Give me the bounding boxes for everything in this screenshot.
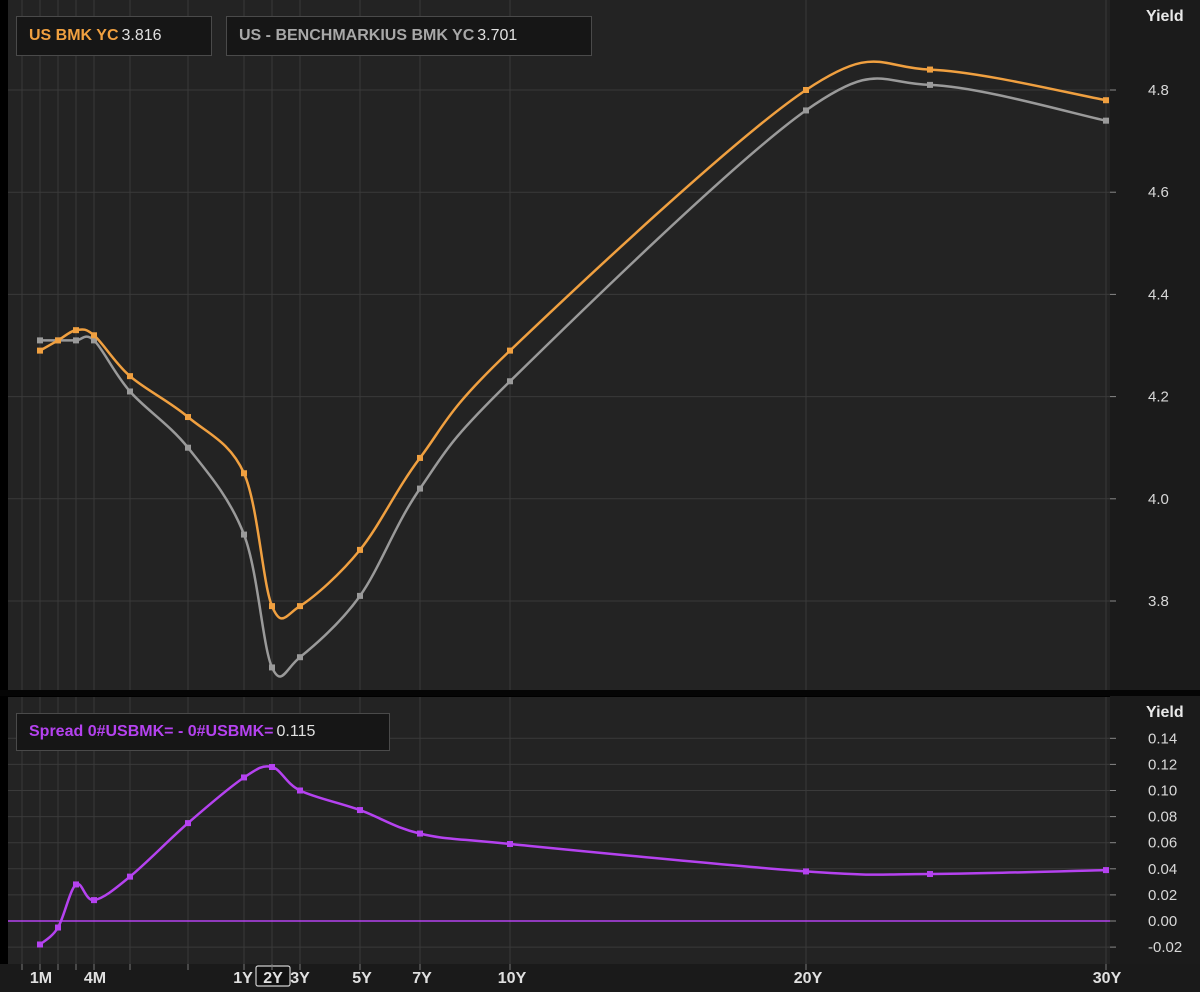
x-tick-label: 1M (30, 970, 52, 987)
y-tick-label: 4.8 (1148, 82, 1169, 99)
data-point (297, 654, 303, 661)
data-point (927, 81, 933, 88)
y-tick-label: 0.02 (1148, 887, 1177, 904)
legend-name: US - BENCHMARKIUS BMK YC (239, 27, 475, 44)
y-tick-label: 4.2 (1148, 389, 1169, 406)
data-point (185, 820, 191, 827)
y-tick-label: 0.04 (1148, 861, 1177, 878)
x-tick-label: 20Y (794, 970, 823, 987)
data-point (73, 881, 79, 888)
data-point (241, 531, 247, 538)
data-point (507, 347, 513, 354)
data-point (185, 414, 191, 421)
data-point (357, 807, 363, 814)
data-point (37, 941, 43, 948)
data-point (1103, 97, 1109, 104)
legend-spread[interactable]: Spread 0#USBMK= - 0#USBMK= 0.115 (16, 713, 390, 751)
x-tick-label: 2Y (263, 970, 283, 987)
x-tick-label: 7Y (412, 970, 432, 987)
data-point (269, 764, 275, 771)
data-point (417, 454, 423, 461)
upper-plot-area (8, 0, 1110, 690)
data-point (127, 388, 133, 395)
data-point (55, 924, 61, 931)
data-point (127, 873, 133, 880)
data-point (803, 868, 809, 875)
data-point (927, 66, 933, 73)
data-point (73, 337, 79, 344)
legend-value: 3.701 (477, 27, 518, 44)
data-point (269, 664, 275, 671)
x-tick-label: 10Y (498, 970, 527, 987)
data-point (127, 373, 133, 380)
legend-name: US BMK YC (29, 27, 119, 44)
y-tick-label: 3.8 (1148, 593, 1169, 610)
y-tick-label: 0.14 (1148, 730, 1177, 747)
data-point (91, 897, 97, 904)
data-point (417, 830, 423, 837)
x-tick-label: 5Y (352, 970, 372, 987)
y-axis-title: Yield (1146, 8, 1184, 25)
data-point (73, 327, 79, 334)
y-tick-label: -0.02 (1148, 939, 1182, 956)
y-tick-label: 4.4 (1148, 286, 1169, 303)
data-point (357, 546, 363, 553)
legend-value: 3.816 (121, 27, 162, 44)
data-point (803, 107, 809, 114)
data-point (185, 444, 191, 451)
data-point (1103, 867, 1109, 874)
data-point (357, 592, 363, 599)
chart-canvas: 3.8 4.0 4.2 4.4 4.6 4.8 Yield -0.02 0.00 0.02 0.04… (0, 0, 1200, 992)
data-point (507, 378, 513, 385)
x-tick-label: 30Y (1093, 970, 1122, 987)
data-point (927, 871, 933, 878)
y-tick-label: 0.12 (1148, 756, 1177, 773)
x-tick-label: 4M (84, 970, 106, 987)
y-tick-label: 4.6 (1148, 184, 1169, 201)
legend-us-bmk-yc[interactable]: US BMK YC 3.816 (16, 16, 212, 56)
y-tick-label: 0.10 (1148, 783, 1177, 800)
x-axis-background (0, 964, 1200, 992)
data-point (37, 347, 43, 354)
data-point (803, 87, 809, 93)
data-point (241, 470, 247, 477)
legend-name: Spread 0#USBMK= - 0#USBMK= (29, 723, 274, 740)
data-point (417, 485, 423, 492)
data-point (297, 787, 303, 794)
y-axis-title: Yield (1146, 704, 1184, 721)
data-point (297, 603, 303, 610)
y-tick-label: 4.0 (1148, 491, 1169, 508)
data-point (55, 337, 61, 344)
yield-curve-chart: 3.8 4.0 4.2 4.4 4.6 4.8 Yield -0.02 0.00 0.02 0.04… (0, 0, 1200, 992)
x-tick-label: 3Y (290, 970, 310, 987)
y-tick-label: 0.08 (1148, 809, 1177, 826)
y-tick-label: 0.06 (1148, 835, 1177, 852)
legend-benchmarkius-bmk-yc[interactable]: US - BENCHMARKIUS BMK YC 3.701 (226, 16, 592, 56)
data-point (1103, 117, 1109, 124)
x-tick-label: 1Y (233, 970, 253, 987)
data-point (269, 603, 275, 610)
legend-value: 0.115 (276, 723, 316, 740)
data-point (241, 774, 247, 781)
data-point (37, 337, 43, 344)
y-tick-label: 0.00 (1148, 913, 1177, 930)
data-point (507, 841, 513, 848)
data-point (91, 332, 97, 339)
